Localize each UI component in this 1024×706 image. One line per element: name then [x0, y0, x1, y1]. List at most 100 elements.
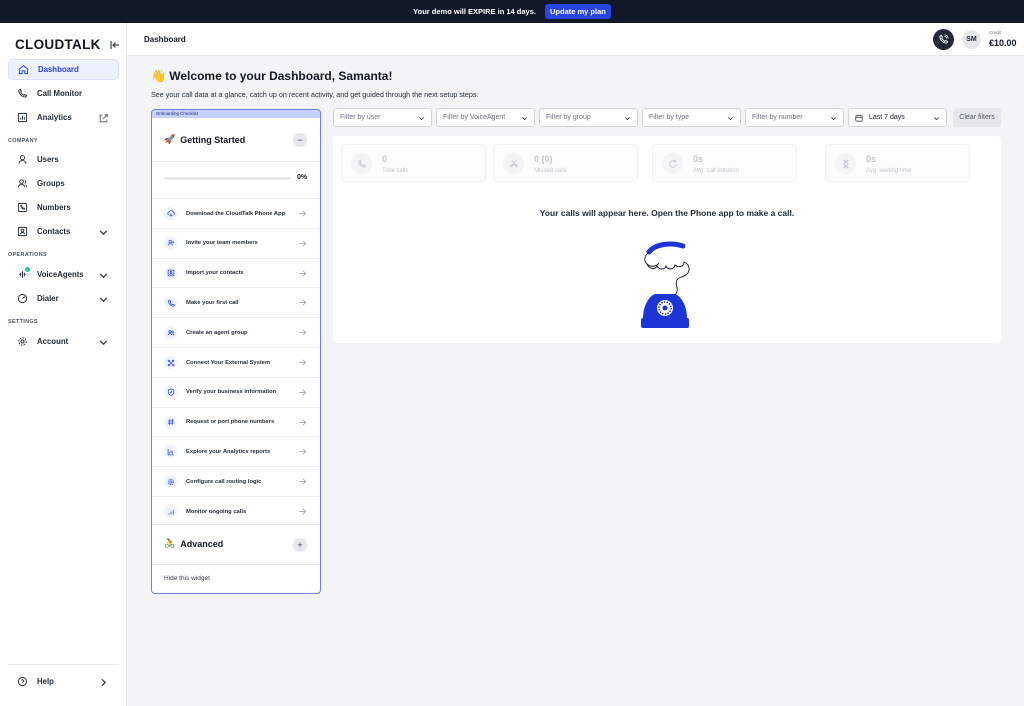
cloudtalk-logo: CLOUDTALK: [15, 37, 101, 52]
gear-icon: [164, 475, 177, 489]
arrow-right-icon: [298, 389, 307, 396]
sidebar-item-voiceagents[interactable]: VoiceAgents: [8, 264, 119, 285]
task-label: Configure call routing logic: [186, 478, 262, 485]
chevron-down-icon: [934, 117, 939, 121]
filter-by-group[interactable]: Filter by group: [539, 108, 638, 127]
sidebar-item-help[interactable]: Help: [8, 671, 119, 692]
task-first-call[interactable]: Make your first call: [152, 287, 320, 317]
filter-by-number[interactable]: Filter by number: [745, 108, 844, 127]
task-call-routing[interactable]: Configure call routing logic: [152, 466, 320, 496]
sidebar-item-label: Account: [37, 337, 69, 346]
task-analytics-reports[interactable]: Explore your Analytics reports: [152, 436, 320, 466]
sidebar-item-label: Call Monitor: [37, 89, 83, 98]
sidebar-item-users[interactable]: Users: [8, 149, 119, 170]
section-operations: OPERATIONS: [8, 252, 47, 258]
arrow-right-icon: [298, 419, 307, 426]
collapse-sidebar-icon[interactable]: [109, 39, 121, 51]
clear-filters-button[interactable]: Clear filters: [953, 108, 1001, 127]
top-header: Dashboard SM Credit €10.00: [127, 23, 1024, 56]
filter-by-user[interactable]: Filter by user: [333, 108, 432, 127]
filter-label: Filter by type: [649, 114, 690, 121]
phone-app-button[interactable]: [933, 29, 954, 50]
calendar-icon: [855, 114, 863, 122]
new-badge-dot: [25, 267, 30, 272]
analytics-icon: [17, 112, 28, 123]
rocket-icon: 🚀: [164, 134, 176, 144]
external-link-icon: [99, 114, 108, 123]
sidebar-item-contacts[interactable]: Contacts: [8, 221, 119, 242]
sidebar-item-numbers[interactable]: Numbers: [8, 197, 119, 218]
progress-percent: 0%: [297, 174, 308, 181]
task-verify-business[interactable]: Verify your business information: [152, 376, 320, 407]
sidebar-item-dialer[interactable]: Dialer: [8, 288, 119, 309]
stat-label: Missed calls: [534, 168, 567, 174]
filter-label: Filter by number: [752, 114, 803, 121]
stat-value: 0 (0): [534, 154, 553, 164]
task-agent-group[interactable]: Create an agent group: [152, 317, 320, 347]
add-user-icon: [164, 236, 177, 250]
group-icon: [164, 326, 177, 340]
task-import-contacts[interactable]: Import your contacts: [152, 257, 320, 288]
task-label: Make your first call: [186, 299, 239, 306]
task-invite-team[interactable]: Invite your team members: [152, 227, 320, 258]
stat-total-calls: 0 Total calls: [341, 144, 486, 182]
arrow-right-icon: [298, 478, 307, 485]
chevron-down-icon: [625, 117, 630, 121]
stat-value: 0: [382, 154, 388, 164]
home-icon: [18, 64, 29, 75]
getting-started-title: Getting Started: [180, 134, 246, 145]
chevron-right-icon: [101, 678, 107, 687]
integration-icon: [164, 356, 177, 369]
arrow-right-icon: [298, 210, 307, 217]
demo-expire-text: Your demo will EXPIRE in 14 days.: [413, 7, 536, 16]
sidebar-divider: [8, 664, 119, 665]
arrow-right-icon: [298, 329, 307, 336]
arrow-right-icon: [298, 508, 307, 515]
task-label: Connect Your External System: [186, 359, 271, 366]
chevron-down-icon: [831, 117, 836, 121]
arrow-right-icon: [298, 270, 307, 277]
avatar[interactable]: SM: [962, 30, 981, 49]
task-label: Request or port phone numbers: [186, 419, 275, 426]
arrow-right-icon: [298, 359, 307, 366]
filter-by-voiceagent[interactable]: Filter by VoiceAgent: [436, 108, 535, 127]
stat-missed-calls: 0 (0) Missed calls: [493, 144, 638, 182]
contact-card-icon: [164, 266, 177, 280]
date-range-select[interactable]: Last 7 days: [848, 108, 947, 127]
task-external-system[interactable]: Connect Your External System: [152, 347, 320, 377]
sidebar-item-account[interactable]: Account: [8, 331, 119, 352]
arrow-right-icon: [298, 448, 307, 455]
task-monitor-calls[interactable]: Monitor ongoing calls: [152, 496, 320, 526]
sidebar-item-analytics[interactable]: Analytics: [8, 107, 119, 128]
expand-advanced-button[interactable]: +: [293, 538, 307, 552]
cloud-download-icon: [164, 207, 177, 220]
welcome-title: 👋 Welcome to your Dashboard, Samanta!: [151, 69, 393, 83]
chevron-down-icon: [99, 340, 108, 346]
getting-started-header[interactable]: 🚀 Getting Started: [164, 134, 245, 145]
sidebar-item-call-monitor[interactable]: Call Monitor: [8, 83, 119, 104]
credit-label: Credit: [989, 30, 1002, 35]
update-plan-button[interactable]: Update my plan: [544, 4, 611, 19]
advanced-header[interactable]: 🚴 Advanced: [164, 538, 223, 549]
user-icon: [18, 155, 27, 164]
divider: [152, 524, 320, 525]
divider: [152, 161, 320, 162]
stat-avg-call-duration: 0s Avg. call duration: [652, 144, 797, 182]
task-port-numbers[interactable]: Request or port phone numbers: [152, 406, 320, 437]
hide-widget-link[interactable]: Hide this widget: [164, 575, 210, 582]
task-download-app[interactable]: Download the CloudTalk Phone App: [152, 198, 320, 228]
task-label: Explore your Analytics reports: [186, 448, 271, 455]
filter-label: Filter by user: [340, 114, 381, 121]
bar-chart-icon: [164, 445, 177, 459]
credit-value: €10.00: [989, 38, 1017, 48]
chevron-down-icon: [419, 117, 424, 121]
collapse-getting-started-button[interactable]: −: [293, 133, 307, 147]
telephone-illustration: [641, 241, 690, 328]
task-label: Invite your team members: [186, 240, 258, 247]
sidebar-item-groups[interactable]: Groups: [8, 173, 119, 194]
chevron-down-icon: [522, 117, 527, 121]
sidebar-item-label: Dialer: [37, 294, 59, 303]
filter-by-type[interactable]: Filter by type: [642, 108, 741, 127]
sidebar-item-dashboard[interactable]: Dashboard: [8, 59, 119, 80]
task-label: Verify your business information: [186, 389, 277, 396]
